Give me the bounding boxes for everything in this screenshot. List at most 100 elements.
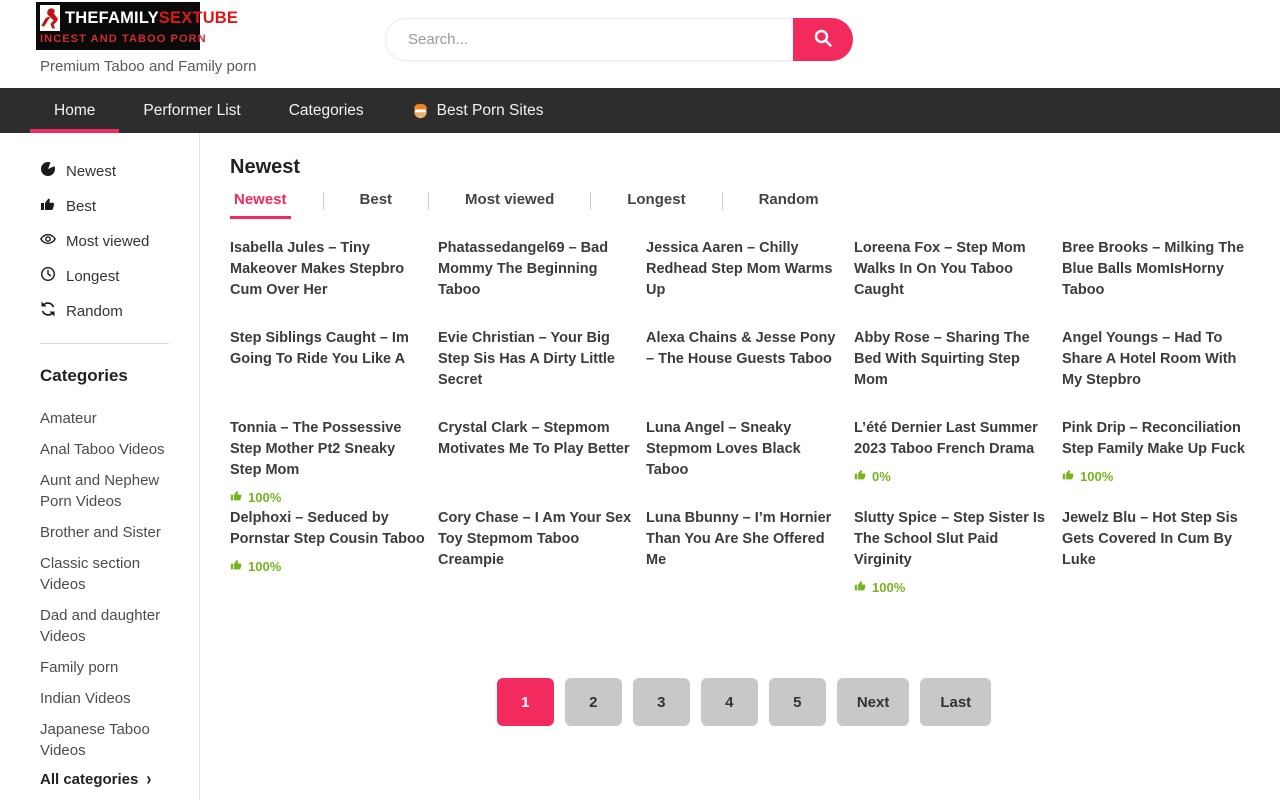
eye-icon xyxy=(40,231,56,251)
category-link[interactable]: Aunt and Nephew Porn Videos xyxy=(40,470,189,512)
page-button-2[interactable]: 2 xyxy=(565,678,622,726)
page-button-5[interactable]: 5 xyxy=(769,678,826,726)
thumbs-up-icon xyxy=(40,196,56,216)
video-card[interactable]: Evie Christian – Your Big Step Sis Has A… xyxy=(438,328,634,418)
category-link[interactable]: Family porn xyxy=(40,657,189,678)
nav-item-performer-list[interactable]: Performer List xyxy=(119,88,264,133)
rating-thumb-icon xyxy=(230,558,243,574)
category-link[interactable]: Amateur xyxy=(40,408,189,429)
tab-separator xyxy=(722,192,723,210)
sidebar-item-newest[interactable]: Newest xyxy=(40,161,189,181)
video-card[interactable]: Tonnia – The Possessive Step Mother Pt2 … xyxy=(230,418,426,508)
video-card[interactable]: Isabella Jules – Tiny Makeover Makes Ste… xyxy=(230,238,426,328)
sidebar-item-all-categories[interactable]: All categories › xyxy=(40,771,189,788)
video-card[interactable]: Cory Chase – I Am Your Sex Toy Stepmom T… xyxy=(438,508,634,598)
tab-random[interactable]: Random xyxy=(755,191,823,219)
video-card[interactable]: Loreena Fox – Step Mom Walks In On You T… xyxy=(854,238,1050,328)
video-card[interactable]: Luna Angel – Sneaky Stepmom Loves Black … xyxy=(646,418,842,508)
video-card[interactable]: Step Siblings Caught – Im Going To Ride … xyxy=(230,328,426,418)
nav-item-categories[interactable]: Categories xyxy=(265,88,388,133)
page-button-1[interactable]: 1 xyxy=(497,678,554,726)
tab-most-viewed[interactable]: Most viewed xyxy=(461,191,558,219)
sort-tabs: Newest Best Most viewed Longest Random xyxy=(230,191,1258,219)
random-icon xyxy=(40,301,56,321)
pagination: 12345NextLast xyxy=(230,678,1258,726)
logo-figure-icon xyxy=(40,5,60,31)
tab-separator xyxy=(590,192,591,210)
rating-thumb-icon xyxy=(854,579,867,595)
video-card[interactable]: Phatassedangel69 – Bad Mommy The Beginni… xyxy=(438,238,634,328)
video-card[interactable]: Bree Brooks – Milking The Blue Balls Mom… xyxy=(1062,238,1258,328)
video-card[interactable]: Pink Drip – Reconciliation Step Family M… xyxy=(1062,418,1258,508)
video-title: Pink Drip – Reconciliation Step Family M… xyxy=(1062,418,1258,460)
tab-best[interactable]: Best xyxy=(356,191,397,219)
video-title: Luna Bbunny – I’m Hornier Than You Are S… xyxy=(646,508,842,571)
nav-item-best-porn-sites[interactable]: Best Porn Sites xyxy=(388,88,568,133)
video-title: Cory Chase – I Am Your Sex Toy Stepmom T… xyxy=(438,508,634,571)
sidebar-item-label: Random xyxy=(66,303,123,320)
video-title: Jewelz Blu – Hot Step Sis Gets Covered I… xyxy=(1062,508,1258,571)
rating-thumb-icon xyxy=(854,468,867,484)
video-grid: Isabella Jules – Tiny Makeover Makes Ste… xyxy=(230,238,1258,598)
video-title: Evie Christian – Your Big Step Sis Has A… xyxy=(438,328,634,391)
category-link[interactable]: Japanese Taboo Videos xyxy=(40,719,189,761)
all-categories-label: All categories xyxy=(40,771,138,788)
video-card[interactable]: Jessica Aaren – Chilly Redhead Step Mom … xyxy=(646,238,842,328)
categories-heading: Categories xyxy=(40,366,189,386)
video-rating: 0% xyxy=(854,468,1050,484)
video-card[interactable]: Jewelz Blu – Hot Step Sis Gets Covered I… xyxy=(1062,508,1258,598)
video-card[interactable]: Slutty Spice – Step Sister Is The School… xyxy=(854,508,1050,598)
logo-title: THEFAMILYSEXTUBE xyxy=(65,9,238,28)
video-title: Delphoxi – Seduced by Pornstar Step Cous… xyxy=(230,508,426,550)
video-card[interactable]: L’été Dernier Last Summer 2023 Taboo Fre… xyxy=(854,418,1050,508)
clock-icon xyxy=(40,266,56,286)
site-logo[interactable]: THEFAMILYSEXTUBE INCEST AND TABOO PORN xyxy=(36,2,200,50)
search-button[interactable] xyxy=(793,18,853,61)
tab-longest[interactable]: Longest xyxy=(623,191,689,219)
category-link[interactable]: Indian Videos xyxy=(40,688,189,709)
video-card[interactable]: Alexa Chains & Jesse Pony – The House Gu… xyxy=(646,328,842,418)
video-card[interactable]: Luna Bbunny – I’m Hornier Than You Are S… xyxy=(646,508,842,598)
main-nav: HomePerformer List Categories Best Porn Si… xyxy=(0,88,1280,133)
page-button-3[interactable]: 3 xyxy=(633,678,690,726)
video-card[interactable]: Crystal Clark – Stepmom Motivates Me To … xyxy=(438,418,634,508)
sidebar-item-longest[interactable]: Longest xyxy=(40,266,189,286)
video-title: Luna Angel – Sneaky Stepmom Loves Black … xyxy=(646,418,842,481)
rating-thumb-icon xyxy=(230,489,243,505)
nav-item-label: Best Porn Sites xyxy=(437,102,544,120)
rating-value: 100% xyxy=(1080,469,1113,484)
video-card[interactable]: Angel Youngs – Had To Share A Hotel Room… xyxy=(1062,328,1258,418)
category-link[interactable]: Brother and Sister xyxy=(40,522,189,543)
tab-newest[interactable]: Newest xyxy=(230,191,291,219)
category-link[interactable]: Anal Taboo Videos xyxy=(40,439,189,460)
tab-separator xyxy=(428,192,429,210)
last-page-button[interactable]: Last xyxy=(920,678,991,726)
logo-subtitle: INCEST AND TABOO PORN xyxy=(40,33,196,45)
video-card[interactable]: Delphoxi – Seduced by Pornstar Step Cous… xyxy=(230,508,426,598)
nav-item-home[interactable]: Home xyxy=(30,88,119,133)
site-header: THEFAMILYSEXTUBE INCEST AND TABOO PORN P… xyxy=(0,0,1280,88)
search-bar xyxy=(385,18,853,61)
rating-value: 100% xyxy=(248,490,281,505)
sidebar-category-list: Amateur Anal Taboo Videos Aunt and Nephew … xyxy=(40,408,189,761)
video-rating: 100% xyxy=(230,558,426,574)
rating-value: 100% xyxy=(248,559,281,574)
page-button-4[interactable]: 4 xyxy=(701,678,758,726)
sidebar-item-random[interactable]: Random xyxy=(40,301,189,321)
sidebar-item-best[interactable]: Best xyxy=(40,196,189,216)
sidebar-item-most-viewed[interactable]: Most viewed xyxy=(40,231,189,251)
category-link[interactable]: Classic section Videos xyxy=(40,553,189,595)
category-link[interactable]: Dad and daughter Videos xyxy=(40,605,189,647)
next-page-button[interactable]: Next xyxy=(837,678,910,726)
sidebar-divider xyxy=(40,343,169,344)
sidebar-item-label: Newest xyxy=(66,163,116,180)
nav-item-label: Categories xyxy=(289,102,364,120)
video-title: Loreena Fox – Step Mom Walks In On You T… xyxy=(854,238,1050,301)
video-card[interactable]: Abby Rose – Sharing The Bed With Squirti… xyxy=(854,328,1050,418)
search-input[interactable] xyxy=(385,18,793,61)
tab-separator xyxy=(323,192,324,210)
rating-thumb-icon xyxy=(1062,468,1075,484)
rating-value: 100% xyxy=(872,580,905,595)
video-title: Slutty Spice – Step Sister Is The School… xyxy=(854,508,1050,571)
video-title: Alexa Chains & Jesse Pony – The House Gu… xyxy=(646,328,842,370)
